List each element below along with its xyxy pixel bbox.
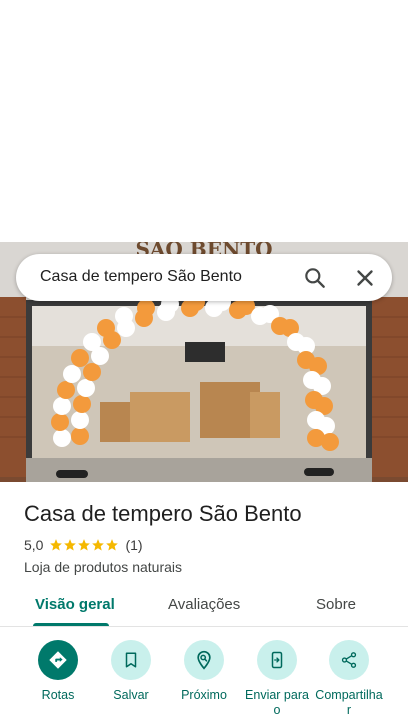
search-bar[interactable]: Casa de tempero São Bento (16, 254, 392, 301)
place-category: Loja de produtos naturais (24, 559, 182, 575)
share-label: Compartilha r (315, 688, 383, 717)
search-input[interactable]: Casa de tempero São Bento (40, 268, 242, 286)
active-tab-indicator (33, 623, 109, 626)
place-tabs: Visão geral Avaliações Sobre (0, 586, 408, 627)
map-blank-area (0, 0, 408, 242)
directions-button[interactable]: Rotas (21, 640, 95, 703)
send-to-phone-button[interactable]: Enviar para o (240, 640, 314, 718)
star-rating (49, 538, 119, 552)
star-icon (78, 539, 91, 551)
tab-reviews[interactable]: Avaliações (168, 596, 240, 613)
send-to-phone-label: Enviar para o (245, 688, 309, 717)
place-title: Casa de tempero São Bento (24, 501, 302, 526)
close-icon[interactable] (352, 265, 378, 291)
nearby-label: Próximo (181, 688, 227, 702)
save-label: Salvar (113, 688, 149, 702)
tab-overview[interactable]: Visão geral (35, 596, 115, 613)
share-icon (341, 652, 357, 668)
star-icon (106, 539, 119, 551)
share-button[interactable]: Compartilha r (312, 640, 386, 718)
star-icon (92, 539, 105, 551)
search-icon[interactable] (302, 265, 328, 291)
review-count[interactable]: (1) (125, 537, 142, 553)
action-buttons: Rotas Salvar Próximo Enviar para o Compar… (0, 640, 408, 724)
bookmark-icon (125, 652, 137, 668)
star-icon (50, 539, 63, 551)
directions-label: Rotas (41, 688, 75, 702)
rating-value: 5,0 (24, 537, 44, 553)
rating-row[interactable]: 5,0 (1) (24, 536, 394, 554)
place-info: Casa de tempero São Bento 5,0 (1) Loja d… (24, 500, 394, 575)
save-button[interactable]: Salvar (94, 640, 168, 703)
tab-about[interactable]: Sobre (316, 596, 356, 613)
nearby-icon (197, 650, 211, 670)
nearby-button[interactable]: Próximo (167, 640, 241, 703)
directions-icon (49, 651, 67, 669)
send-to-phone-icon (271, 651, 283, 669)
star-icon (64, 539, 77, 551)
